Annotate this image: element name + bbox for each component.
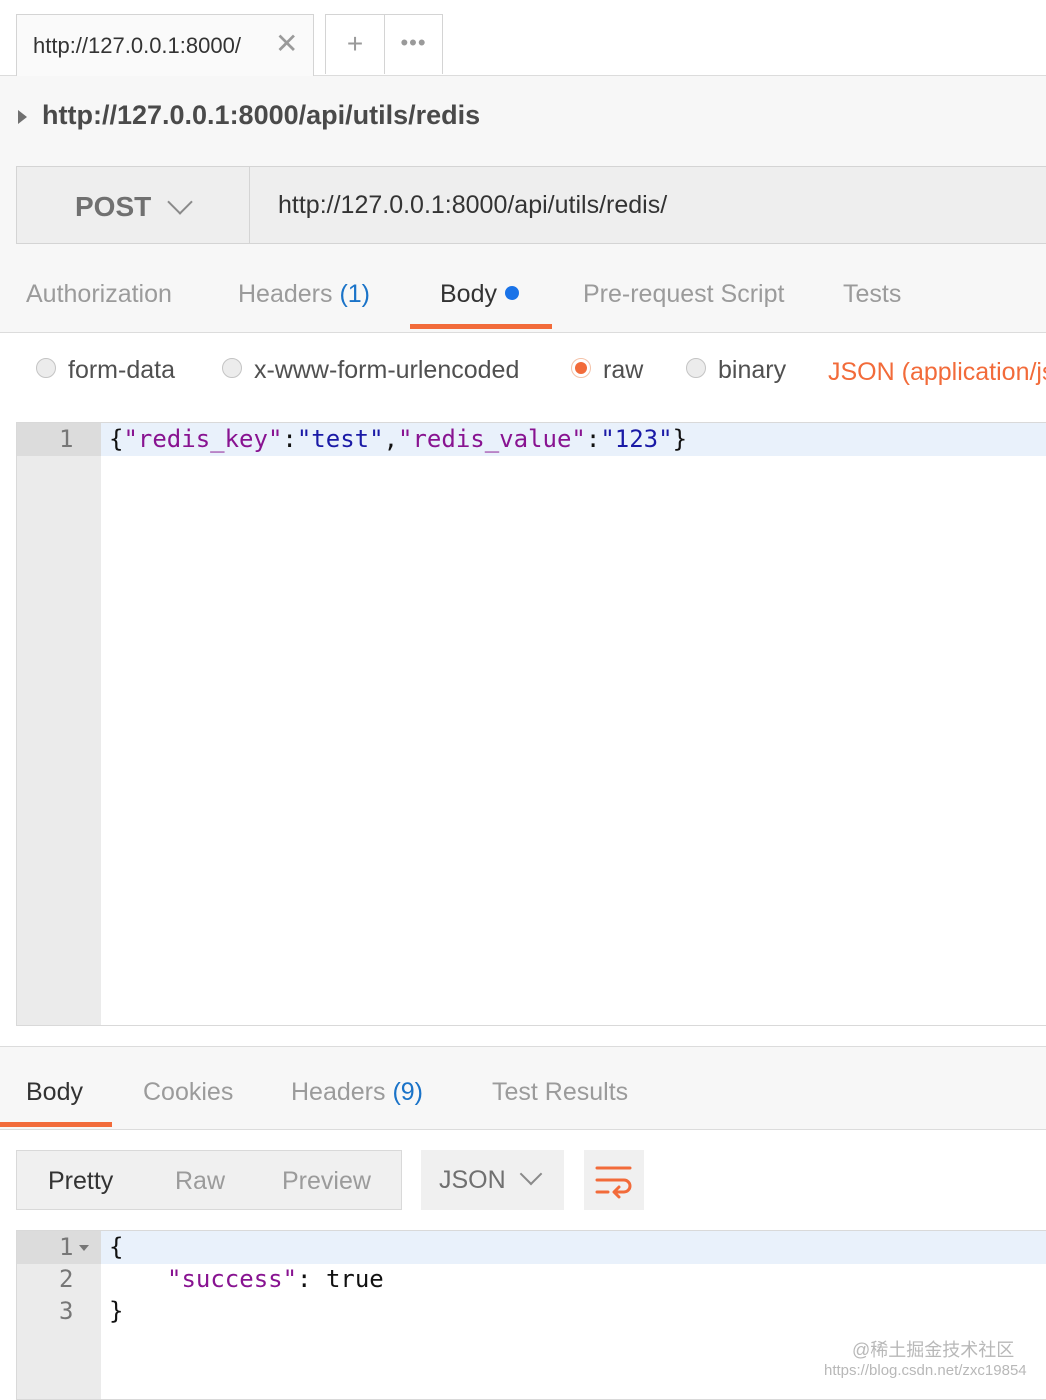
line-number: 1 xyxy=(59,425,74,453)
url-value: http://127.0.0.1:8000/api/utils/redis/ xyxy=(278,191,668,219)
radio-binary[interactable]: binary xyxy=(686,356,786,385)
request-body-editor[interactable]: 1 {"redis_key":"test","redis_value":"123… xyxy=(16,422,1046,1026)
more-icon[interactable]: ••• xyxy=(385,14,443,74)
response-active-tab-indicator xyxy=(0,1122,112,1127)
radio-icon xyxy=(222,358,242,379)
method-label: POST xyxy=(75,191,152,222)
line-number: 2 xyxy=(59,1265,74,1293)
view-pretty[interactable]: Pretty xyxy=(48,1167,113,1196)
format-label: JSON xyxy=(439,1166,506,1194)
code-line: "success": true xyxy=(167,1265,384,1293)
radio-urlencoded[interactable]: x-www-form-urlencoded xyxy=(222,356,519,385)
fold-caret-icon[interactable] xyxy=(79,1245,90,1251)
request-tab[interactable]: http://127.0.0.1:8000/ ✕ xyxy=(16,14,314,76)
response-tab-test-results[interactable]: Test Results xyxy=(492,1078,628,1107)
line-number: 1 xyxy=(59,1233,90,1261)
code-line: {"redis_key":"test","redis_value":"123"} xyxy=(109,425,688,453)
tab-authorization[interactable]: Authorization xyxy=(26,280,172,309)
line-number: 3 xyxy=(59,1297,74,1325)
radio-icon xyxy=(686,358,706,379)
code-line: } xyxy=(109,1297,124,1325)
view-raw[interactable]: Raw xyxy=(175,1167,225,1196)
request-tab-label: http://127.0.0.1:8000/ xyxy=(33,33,241,58)
modified-dot-icon xyxy=(504,286,519,301)
watermark-url: https://blog.csdn.net/zxc19854 xyxy=(824,1362,1027,1379)
method-select[interactable]: POST xyxy=(16,166,250,244)
response-tab-headers[interactable]: Headers (9) xyxy=(291,1078,423,1107)
caret-right-icon[interactable] xyxy=(18,110,27,124)
response-tab-body[interactable]: Body xyxy=(26,1078,83,1107)
radio-selected-icon xyxy=(571,358,591,379)
editor-gutter xyxy=(17,423,101,1025)
plus-icon[interactable]: + xyxy=(325,14,385,74)
radio-raw[interactable]: raw xyxy=(571,356,643,385)
chevron-down-icon xyxy=(167,189,193,215)
active-line-highlight xyxy=(101,1231,1046,1264)
url-input[interactable]: http://127.0.0.1:8000/api/utils/redis/ xyxy=(249,166,1046,244)
wrap-lines-button[interactable] xyxy=(584,1150,644,1210)
active-tab-indicator xyxy=(410,324,552,329)
wrap-lines-icon xyxy=(595,1166,632,1199)
close-icon[interactable]: ✕ xyxy=(275,29,298,59)
radio-icon xyxy=(36,358,56,379)
tab-body[interactable]: Body xyxy=(440,280,519,309)
radio-form-data[interactable]: form-data xyxy=(36,356,175,385)
tab-pre-request-script[interactable]: Pre-request Script xyxy=(583,280,784,309)
chevron-down-icon xyxy=(519,1162,543,1186)
request-title[interactable]: http://127.0.0.1:8000/api/utils/redis xyxy=(42,100,480,131)
response-tab-cookies[interactable]: Cookies xyxy=(143,1078,233,1107)
format-select[interactable]: JSON xyxy=(421,1150,564,1210)
headers-count: (1) xyxy=(339,280,371,308)
response-headers-count: (9) xyxy=(392,1078,424,1106)
view-mode-segmented: Pretty Raw Preview xyxy=(16,1150,402,1210)
code-line: { xyxy=(109,1233,124,1261)
content-type-select[interactable]: JSON (application/js xyxy=(828,358,1046,387)
tab-headers[interactable]: Headers (1) xyxy=(238,280,370,309)
watermark-text: @稀土掘金技术社区 xyxy=(852,1340,1015,1360)
view-preview[interactable]: Preview xyxy=(282,1167,371,1196)
tab-tests[interactable]: Tests xyxy=(843,280,901,309)
